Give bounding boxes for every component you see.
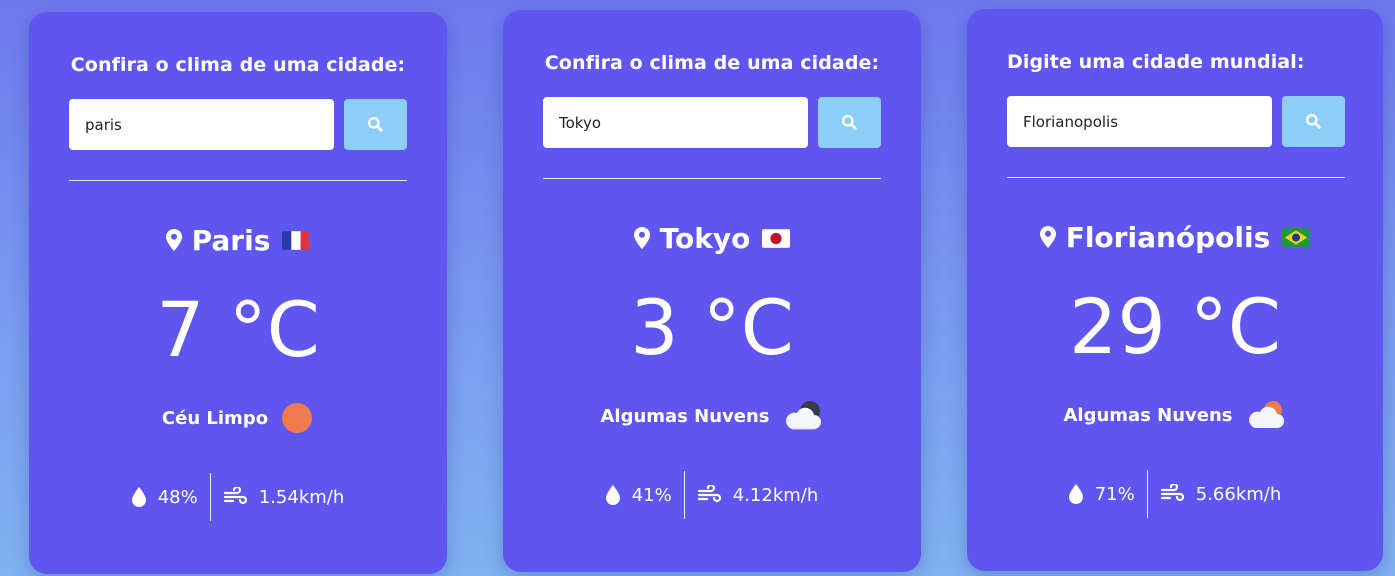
city-name: Florianópolis bbox=[1065, 220, 1271, 254]
wind: 1.54km/h bbox=[211, 487, 357, 508]
wind: 5.66km/h bbox=[1148, 484, 1294, 505]
wind-value: 5.66km/h bbox=[1195, 483, 1282, 505]
condition-label: Algumas Nuvens bbox=[1063, 404, 1233, 426]
wind-value: 4.12km/h bbox=[732, 484, 819, 506]
card-title: Confira o clima de uma cidade: bbox=[70, 54, 406, 76]
search-button[interactable] bbox=[1282, 96, 1345, 147]
humidity-value: 48% bbox=[157, 486, 198, 508]
sun-icon bbox=[280, 401, 314, 435]
humidity-value: 41% bbox=[631, 484, 672, 506]
details-row: 48% 1.54km/h bbox=[29, 472, 447, 522]
details-row: 71% 5.66km/h bbox=[967, 469, 1383, 519]
cloud-sun-icon bbox=[1245, 398, 1287, 432]
weather-card-paris: Confira o clima de uma cidade: Paris 7 °… bbox=[29, 12, 447, 574]
japan-flag-icon bbox=[762, 228, 791, 248]
card-title: Digite uma cidade mundial: bbox=[1007, 51, 1305, 73]
city-search-input[interactable] bbox=[69, 99, 334, 150]
condition-row: Algumas Nuvens bbox=[503, 396, 921, 436]
condition-label: Céu Limpo bbox=[161, 407, 269, 429]
humidity-drop-icon bbox=[1068, 484, 1083, 504]
card-title: Confira o clima de uma cidade: bbox=[544, 52, 880, 74]
weather-card-tokyo: Confira o clima de uma cidade: Tokyo 3 °… bbox=[503, 10, 921, 572]
wind-icon bbox=[697, 485, 721, 505]
city-row: Tokyo bbox=[503, 218, 921, 258]
search-icon bbox=[367, 116, 384, 133]
humidity-drop-icon bbox=[605, 485, 620, 505]
humidity-drop-icon bbox=[131, 487, 146, 507]
condition-label: Algumas Nuvens bbox=[600, 405, 770, 427]
city-name: Tokyo bbox=[659, 221, 751, 255]
details-row: 41% 4.12km/h bbox=[503, 470, 921, 520]
temperature: 29 °C bbox=[1069, 282, 1281, 371]
wind-icon bbox=[223, 487, 247, 507]
search-button[interactable] bbox=[344, 99, 407, 150]
cloud-moon-icon bbox=[782, 399, 824, 433]
humidity: 48% bbox=[120, 487, 210, 508]
city-row: Paris bbox=[29, 220, 447, 260]
humidity-value: 71% bbox=[1094, 483, 1135, 505]
search-icon bbox=[1305, 113, 1322, 130]
divider bbox=[69, 180, 407, 181]
search-button[interactable] bbox=[818, 97, 881, 148]
temperature: 3 °C bbox=[630, 283, 794, 372]
divider bbox=[543, 178, 881, 179]
location-pin-icon bbox=[1039, 226, 1056, 248]
search-icon bbox=[841, 114, 858, 131]
humidity: 41% bbox=[594, 485, 684, 506]
city-search-input[interactable] bbox=[543, 97, 808, 148]
wind: 4.12km/h bbox=[685, 485, 831, 506]
location-pin-icon bbox=[633, 227, 650, 249]
brazil-flag-icon bbox=[1282, 227, 1311, 247]
weather-card-florianopolis: Digite uma cidade mundial: Florianópolis… bbox=[967, 9, 1383, 571]
divider bbox=[1007, 177, 1345, 178]
temperature: 7 °C bbox=[156, 285, 320, 374]
france-flag-icon bbox=[282, 230, 311, 250]
condition-row: Algumas Nuvens bbox=[967, 395, 1383, 435]
location-pin-icon bbox=[165, 229, 182, 251]
condition-row: Céu Limpo bbox=[29, 398, 447, 438]
city-search-input[interactable] bbox=[1007, 96, 1272, 147]
city-name: Paris bbox=[191, 223, 271, 257]
city-row: Florianópolis bbox=[967, 217, 1383, 257]
wind-icon bbox=[1160, 484, 1184, 504]
wind-value: 1.54km/h bbox=[258, 486, 345, 508]
humidity: 71% bbox=[1057, 484, 1147, 505]
